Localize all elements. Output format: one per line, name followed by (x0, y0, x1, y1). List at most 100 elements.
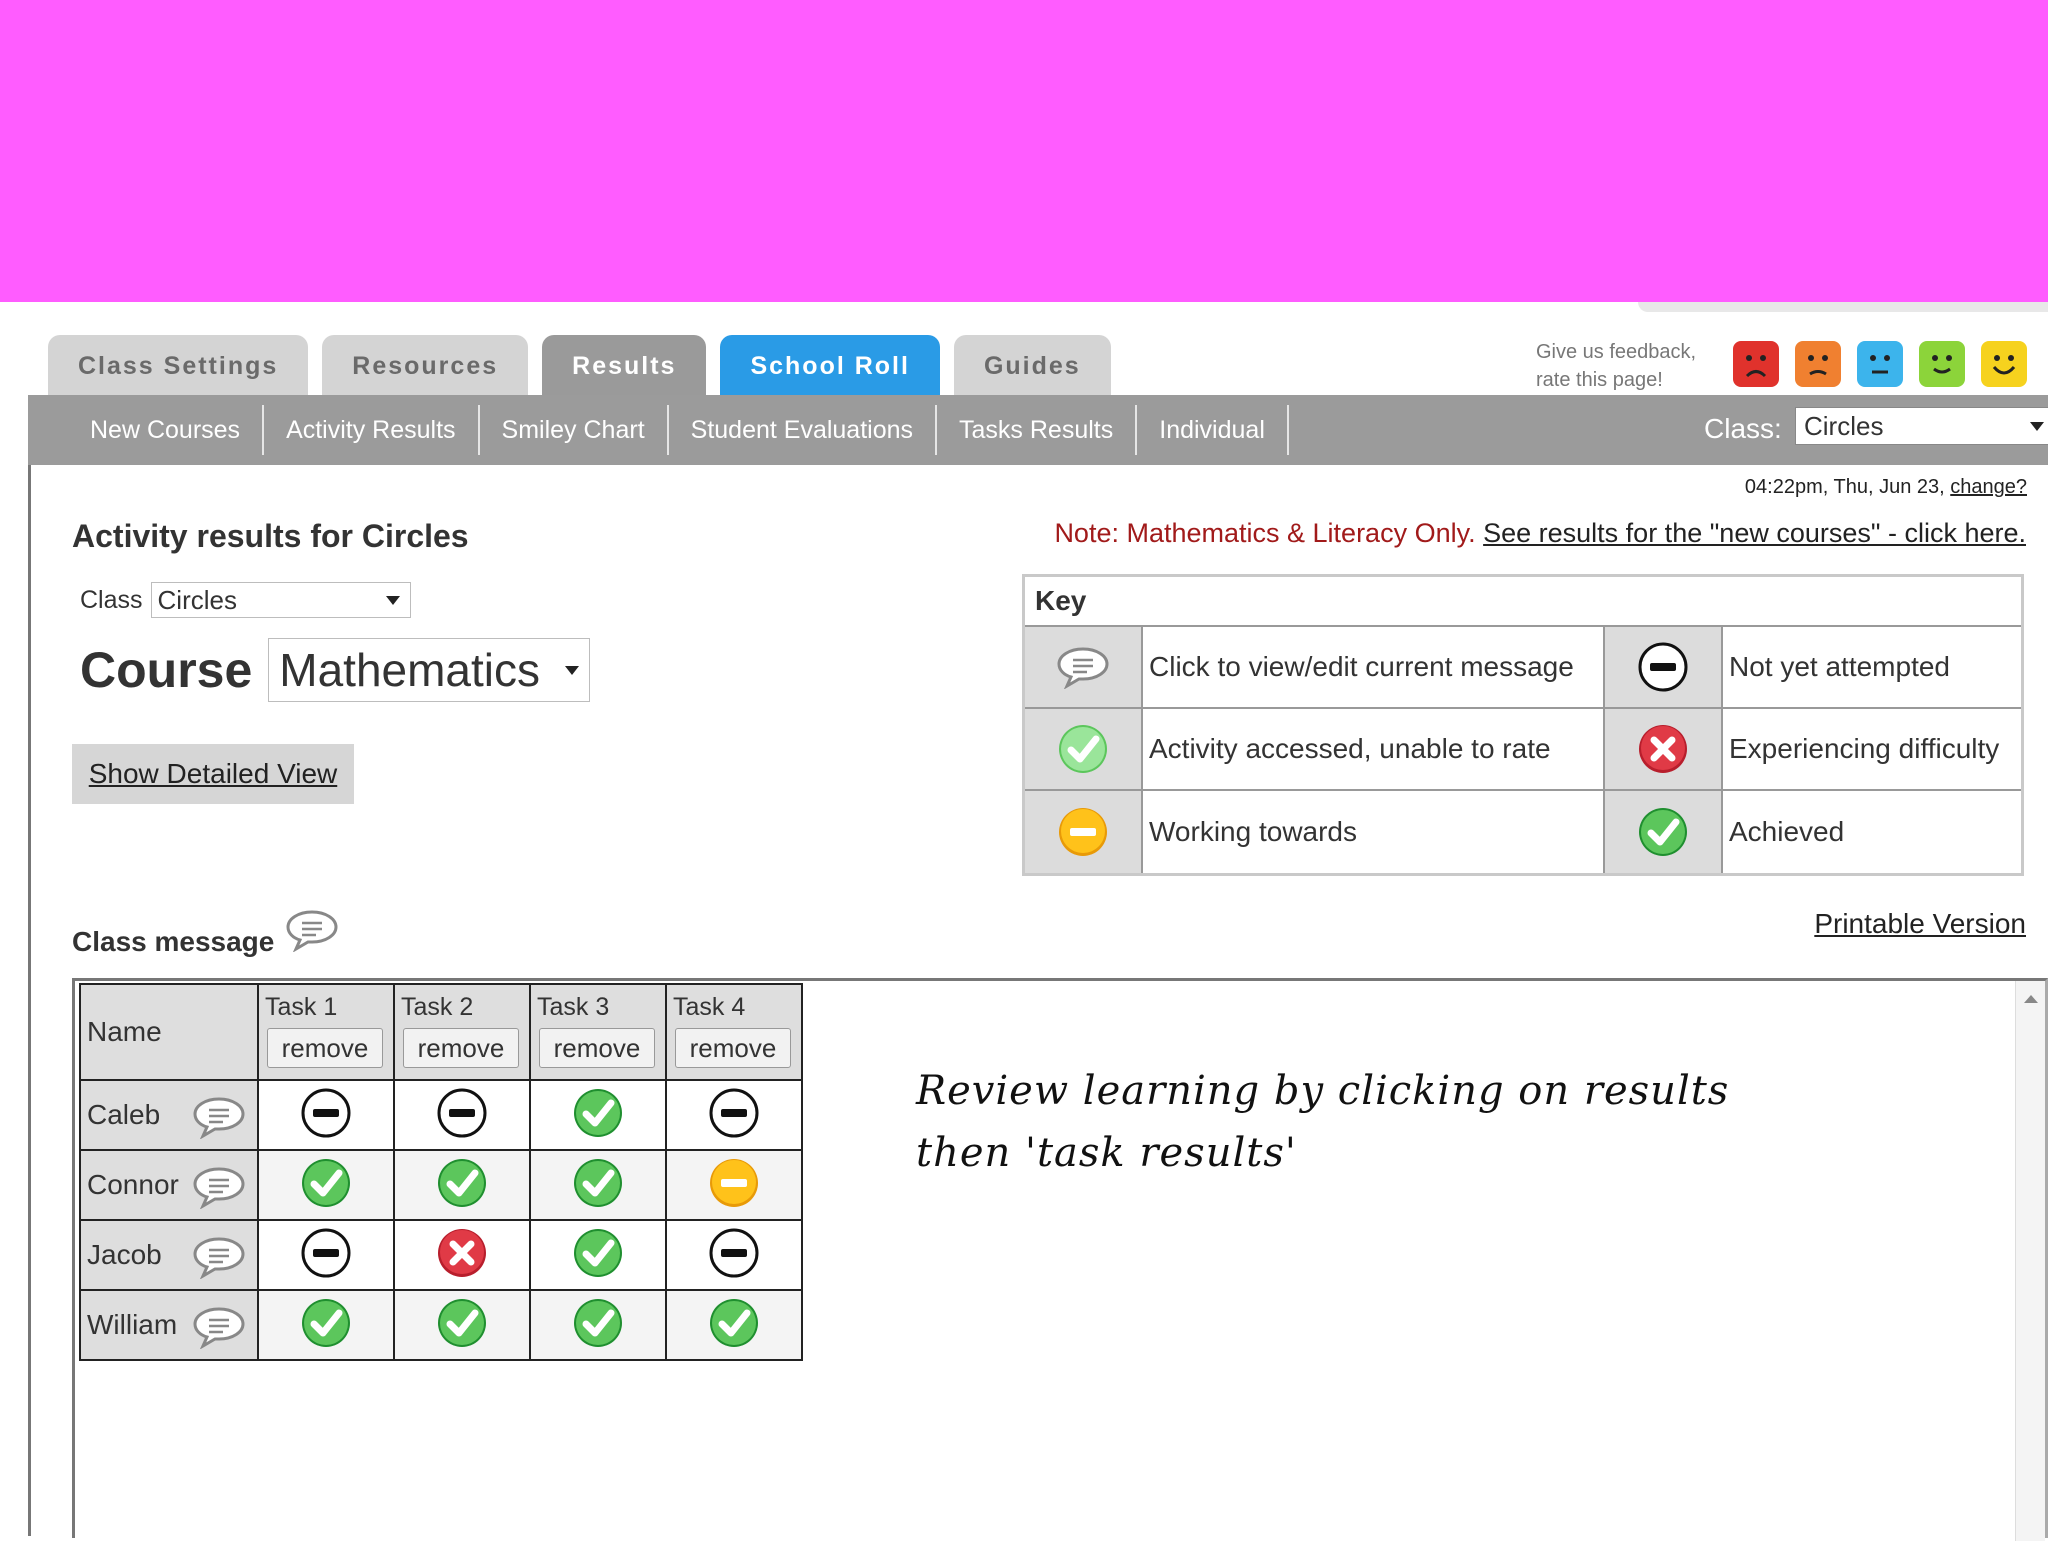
result-cell[interactable] (393, 1289, 531, 1361)
course-filter-label: Course (80, 642, 253, 698)
message-bubble-icon[interactable] (191, 1235, 247, 1286)
achieved-check-icon (436, 1158, 488, 1213)
tab-guides[interactable]: Guides (953, 335, 1111, 397)
happy-face-icon[interactable] (1916, 338, 1968, 390)
task-header: Task 3 remove (529, 983, 667, 1081)
result-cell[interactable] (257, 1079, 395, 1151)
tab-class-settings[interactable]: Class Settings (48, 335, 309, 397)
achieved-check-icon (572, 1228, 624, 1283)
key-row: Activity accessed, unable to rate Experi… (1025, 709, 2021, 791)
task-label: Task 4 (673, 993, 746, 1021)
course-select-value: Mathematics (279, 644, 541, 696)
message-bubble-icon (1025, 627, 1143, 707)
class-select-top[interactable]: Circles (1795, 407, 2048, 445)
show-detailed-view-button[interactable]: Show Detailed View (72, 744, 354, 804)
change-time-link[interactable]: change? (1950, 476, 2027, 498)
scroll-up-arrow-icon[interactable] (2024, 995, 2038, 1003)
handwritten-note-line-1: Review learning by clicking on results (916, 1068, 1730, 1114)
class-filter-label: Class (80, 585, 143, 614)
result-cell[interactable] (665, 1219, 803, 1291)
tab-school-roll[interactable]: School Roll (720, 335, 940, 397)
result-cell[interactable] (257, 1149, 395, 1221)
remove-task-button[interactable]: remove (403, 1028, 519, 1068)
student-name: Caleb (87, 1099, 161, 1130)
student-name-cell: William (79, 1289, 259, 1361)
not-attempted-icon (708, 1088, 760, 1143)
task-label: Task 2 (401, 993, 474, 1021)
result-cell[interactable] (665, 1289, 803, 1361)
key-label: Achieved (1729, 816, 1845, 847)
subnav-tasks-results[interactable]: Tasks Results (937, 405, 1138, 455)
key-label: Working towards (1143, 791, 1605, 873)
student-name-cell: Jacob (79, 1219, 259, 1291)
timestamp-text: 04:22pm, Thu, Jun 23, (1744, 476, 1945, 498)
subnav-new-courses[interactable]: New Courses (68, 405, 265, 455)
subnav-student-evaluations[interactable]: Student Evaluations (669, 405, 938, 455)
result-cell[interactable] (393, 1149, 531, 1221)
subnav-individual[interactable]: Individual (1137, 405, 1289, 455)
feedback-prompt: Give us feedback, rate this page! (1536, 338, 1696, 394)
neutral-face-icon[interactable] (1854, 338, 1906, 390)
handwritten-note: Review learning by clicking on results t… (916, 1060, 1729, 1184)
printable-version-link[interactable]: Printable Version (1814, 908, 2026, 940)
message-bubble-icon[interactable] (191, 1305, 247, 1356)
student-name: Jacob (87, 1239, 162, 1270)
course-select[interactable]: Mathematics (268, 638, 591, 702)
remove-task-button[interactable]: remove (267, 1028, 383, 1068)
window-edge (1638, 302, 2048, 312)
class-message-label: Class message (72, 926, 275, 957)
class-select-value: Circles (1804, 410, 1884, 441)
not-attempted-icon (708, 1228, 760, 1283)
achieved-check-icon (708, 1298, 760, 1353)
subnav-smiley-chart[interactable]: Smiley Chart (480, 405, 669, 455)
result-cell[interactable] (665, 1079, 803, 1151)
legend-key: Key Click to view/edit current message N… (1022, 574, 2024, 876)
class-select-label: Class: (1704, 413, 1782, 444)
class-select-value: Circles (157, 584, 237, 615)
result-cell[interactable] (529, 1079, 667, 1151)
achieved-check-icon (1605, 791, 1723, 873)
not-attempted-icon (436, 1088, 488, 1143)
achieved-check-icon (436, 1298, 488, 1353)
tab-results[interactable]: Results (542, 335, 707, 397)
class-select[interactable]: Circles (150, 582, 411, 618)
very-unhappy-face-icon[interactable] (1730, 338, 1782, 390)
feedback-ratings (1730, 338, 2030, 390)
tab-resources[interactable]: Resources (322, 335, 529, 397)
task-header: Task 1 remove (257, 983, 395, 1081)
very-happy-face-icon[interactable] (1978, 338, 2030, 390)
new-courses-link[interactable]: See results for the "new courses" - clic… (1483, 518, 2026, 548)
result-cell[interactable] (257, 1289, 395, 1361)
results-body: Caleb Connor Jacob William (79, 1079, 803, 1361)
results-table: Name Task 1 remove Task 2 remove Task 3 remov… (79, 983, 803, 1361)
result-cell[interactable] (393, 1219, 531, 1291)
app-window: Class Settings Resources Results School … (0, 302, 2048, 1541)
key-label: Activity accessed, unable to rate (1143, 709, 1605, 789)
feedback-line-1: Give us feedback, (1536, 341, 1697, 363)
subnav-activity-results[interactable]: Activity Results (264, 405, 480, 455)
remove-task-button[interactable]: remove (675, 1028, 791, 1068)
result-cell[interactable] (665, 1149, 803, 1221)
result-cell[interactable] (529, 1219, 667, 1291)
unhappy-face-icon[interactable] (1792, 338, 1844, 390)
achieved-check-icon (300, 1298, 352, 1353)
note-text: Note: Mathematics & Literacy Only. (1054, 518, 1476, 548)
result-cell[interactable] (257, 1219, 395, 1291)
vertical-scrollbar[interactable] (2015, 981, 2045, 1541)
table-row: Caleb (79, 1079, 803, 1151)
results-header-row: Name Task 1 remove Task 2 remove Task 3 remov… (79, 983, 803, 1081)
not-attempted-icon (300, 1228, 352, 1283)
remove-task-button[interactable]: remove (539, 1028, 655, 1068)
main-tabs: Class Settings Resources Results School … (48, 335, 1111, 397)
student-name-cell: Connor (79, 1149, 259, 1221)
result-cell[interactable] (393, 1079, 531, 1151)
message-bubble-icon[interactable] (284, 908, 340, 957)
message-bubble-icon[interactable] (191, 1165, 247, 1216)
result-cell[interactable] (529, 1289, 667, 1361)
chevron-down-icon (385, 596, 400, 605)
timestamp: 04:22pm, Thu, Jun 23, change? (1745, 476, 2027, 499)
difficulty-cross-icon (1605, 709, 1723, 789)
course-filter: Course Mathematics (80, 638, 591, 702)
result-cell[interactable] (529, 1149, 667, 1221)
message-bubble-icon[interactable] (191, 1095, 247, 1146)
